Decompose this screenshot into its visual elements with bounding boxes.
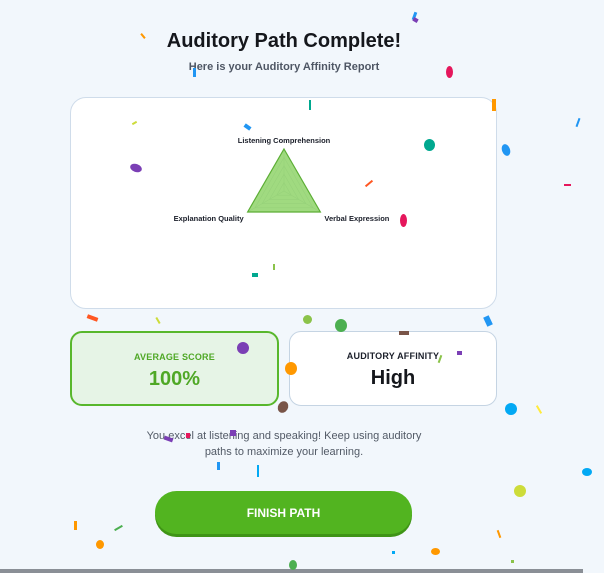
confetti-piece: [496, 529, 502, 539]
confetti-piece: [511, 560, 514, 563]
confetti-piece: [96, 540, 104, 549]
auditory-affinity-value: High: [370, 367, 416, 389]
confetti-piece: [535, 405, 543, 414]
confetti-piece: [431, 548, 440, 555]
radar-axis-label-verbal: Verbal Expression: [324, 214, 389, 223]
confetti-piece: [483, 315, 493, 327]
confetti-piece: [514, 485, 526, 497]
confetti-piece: [411, 11, 418, 21]
average-score-value: 100%: [148, 368, 201, 390]
radar-data-area: [246, 147, 322, 213]
horizontal-scrollbar[interactable]: [0, 569, 583, 573]
confetti-piece: [155, 316, 161, 325]
confetti-piece: [114, 524, 123, 532]
confetti-piece: [257, 465, 259, 477]
confetti-piece: [412, 17, 419, 23]
confetti-piece: [86, 314, 99, 322]
finish-path-button[interactable]: FINISH PATH: [155, 491, 412, 534]
confetti-piece: [217, 462, 220, 470]
result-message: You excel at listening and speaking! Kee…: [130, 428, 438, 460]
radar-axis-label-listening: Listening Comprehension: [238, 136, 331, 145]
result-message-line-1: You excel at listening and speaking! Kee…: [146, 430, 422, 442]
page-subtitle: Here is your Auditory Affinity Report: [188, 61, 380, 73]
confetti-piece: [505, 403, 517, 415]
radar-chart-card: Listening Comprehension Verbal Expressio…: [70, 97, 497, 309]
confetti-piece: [582, 468, 592, 476]
confetti-piece: [575, 117, 581, 128]
radar-axis-label-explanation: Explanation Quality: [174, 214, 245, 223]
average-score-label: AVERAGE SCORE: [134, 352, 215, 362]
auditory-affinity-label: AUDITORY AFFINITY: [346, 351, 440, 361]
page-title: Auditory Path Complete!: [166, 30, 402, 52]
auditory-affinity-card: AUDITORY AFFINITY High: [289, 331, 497, 406]
average-score-card: AVERAGE SCORE 100%: [70, 331, 279, 406]
result-message-line-2: paths to maximize your learning.: [204, 446, 364, 458]
radar-chart: Listening Comprehension Verbal Expressio…: [174, 136, 390, 223]
confetti-piece: [500, 142, 512, 158]
confetti-piece: [392, 551, 395, 554]
confetti-piece: [275, 399, 291, 415]
confetti-piece: [74, 521, 77, 530]
confetti-piece: [564, 184, 571, 186]
confetti-piece: [303, 315, 312, 324]
